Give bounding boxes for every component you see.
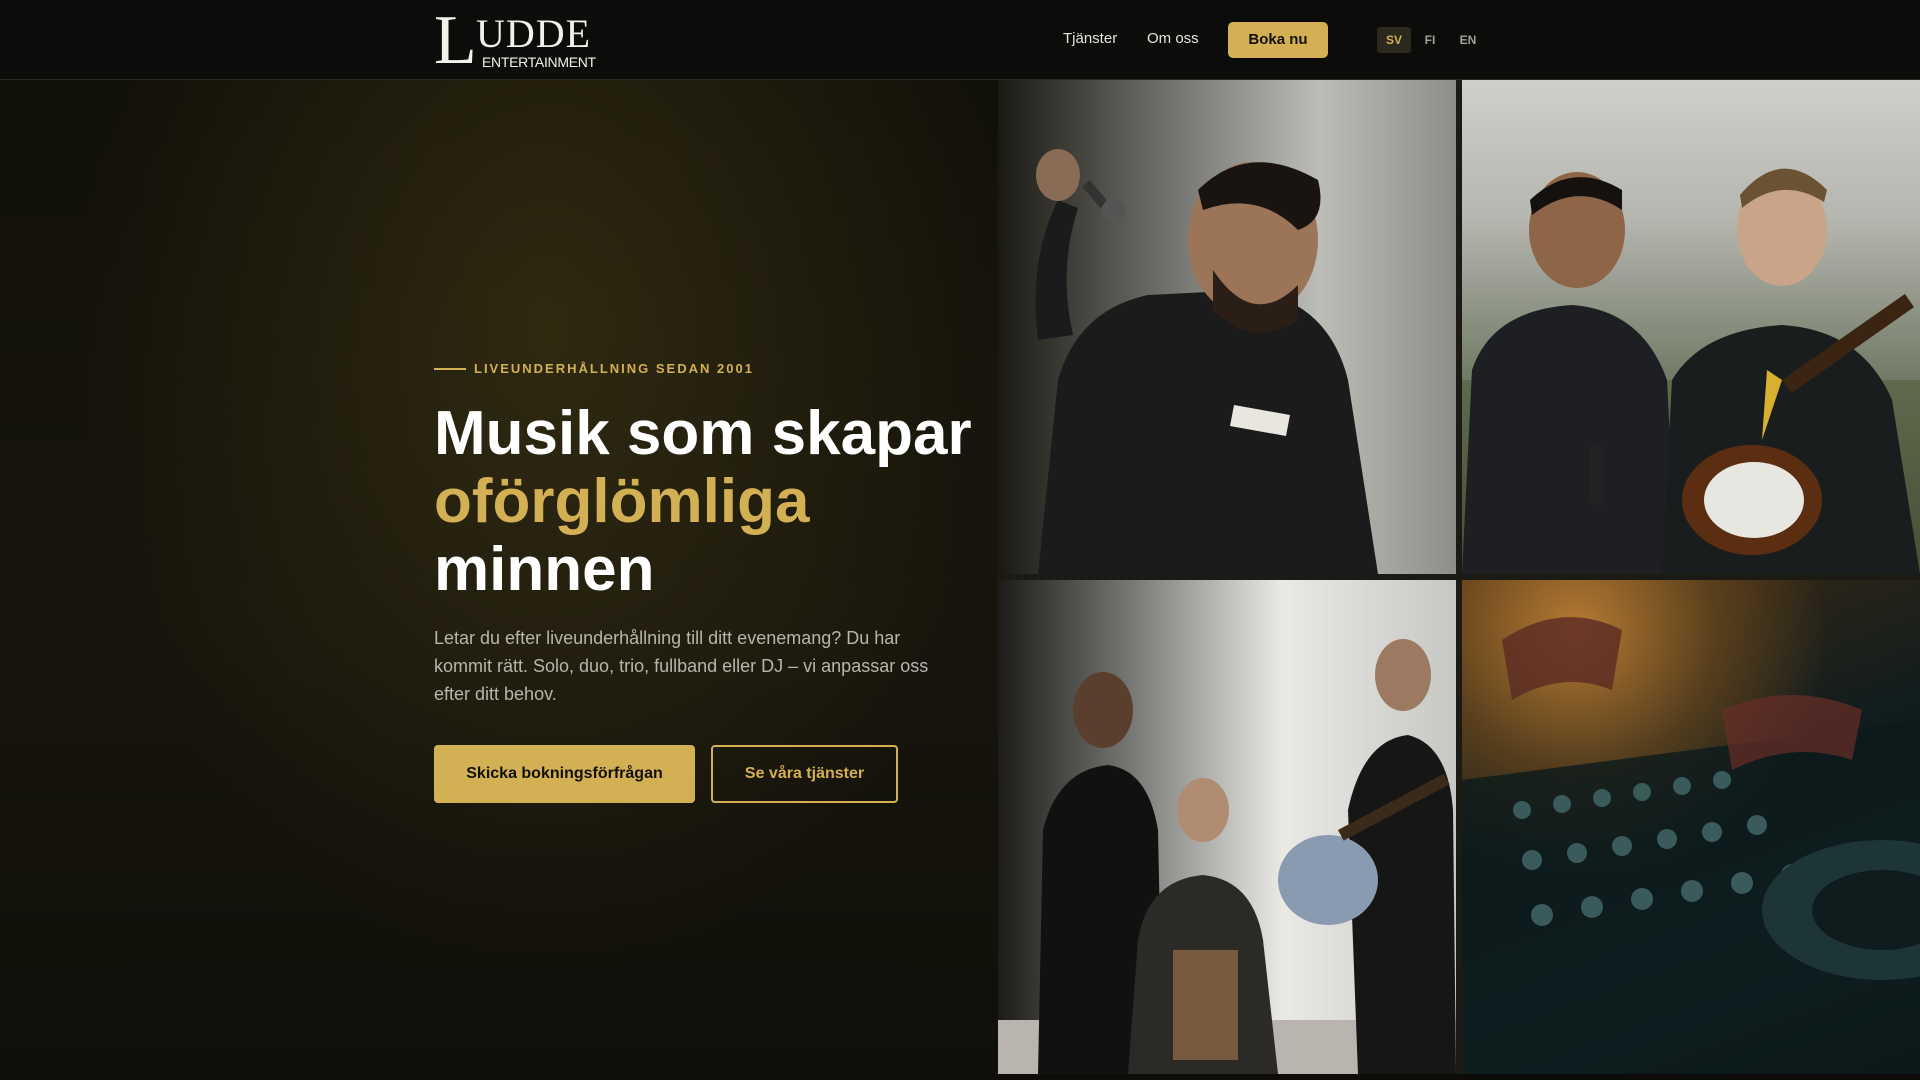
logo-subtitle: ENTERTAINMENT xyxy=(482,54,596,70)
photo-grid xyxy=(998,80,1920,1080)
eyebrow-text: LIVEUNDERHÅLLNING SEDAN 2001 xyxy=(474,361,754,376)
trio-illustration xyxy=(998,639,1456,1074)
grid-bottom-edge xyxy=(998,1074,1920,1080)
hero-headline: Musik som skapar oförglömliga minnen xyxy=(434,400,994,604)
send-booking-request-button[interactable]: Skicka bokningsförfrågan xyxy=(434,745,695,803)
headline-line-3: minnen xyxy=(434,535,655,604)
see-services-button[interactable]: Se våra tjänster xyxy=(711,745,898,803)
dj-mixer-illustration xyxy=(1462,617,1920,1074)
photo-acoustic-trio xyxy=(998,580,1456,1074)
photo-duo-guitar xyxy=(1462,80,1920,574)
headline-highlight: oförglömliga xyxy=(434,467,810,536)
headline-line-1: Musik som skapar xyxy=(434,399,972,468)
nav-link-om-oss[interactable]: Om oss xyxy=(1147,28,1199,50)
eyebrow-line xyxy=(434,368,466,370)
duo-illustration xyxy=(1462,168,1920,574)
hero-lead: Letar du efter liveunderhållning till di… xyxy=(434,628,929,704)
lang-sv-button[interactable]: SV xyxy=(1377,27,1411,53)
photo-dj-mixer xyxy=(1462,580,1920,1074)
logo-name: UDDE xyxy=(476,11,592,56)
lang-fi-button[interactable]: FI xyxy=(1413,27,1447,53)
photo-singer xyxy=(998,80,1456,574)
book-now-button[interactable]: Boka nu xyxy=(1228,22,1328,58)
logo-letter: L xyxy=(434,2,477,79)
lang-en-button[interactable]: EN xyxy=(1451,27,1485,53)
nav-link-tjanster[interactable]: Tjänster xyxy=(1063,28,1117,50)
singer-illustration xyxy=(1035,149,1378,574)
site-header: L UDDE ENTERTAINMENT Tjänster Om oss Bok… xyxy=(0,0,1920,80)
ludde-logo[interactable]: L UDDE ENTERTAINMENT xyxy=(434,6,596,76)
